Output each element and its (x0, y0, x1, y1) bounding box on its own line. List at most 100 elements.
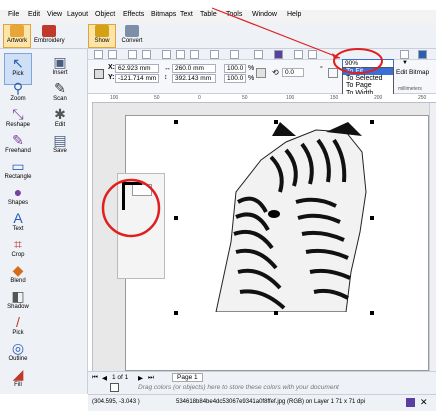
chevron-down-icon[interactable]: ▼ (400, 60, 410, 69)
info-icon[interactable] (294, 50, 303, 59)
mode-embroidery-button[interactable]: Embroidery (33, 24, 65, 48)
menu-table[interactable]: Table (200, 11, 217, 18)
angle-field[interactable]: 0.0 (282, 68, 304, 77)
prev-page-icon[interactable]: ◀ (102, 374, 107, 382)
undo-icon[interactable] (210, 50, 219, 59)
save-icon[interactable] (128, 50, 137, 59)
selection-handle[interactable] (370, 311, 374, 315)
mode-show-button[interactable]: Show (88, 24, 116, 48)
selection-handle[interactable] (174, 311, 178, 315)
selection-handle[interactable] (370, 120, 374, 124)
status-bar: (304.595, -3.043 ) 534618b84be4dc53067e9… (88, 394, 436, 411)
launch-icon[interactable] (418, 50, 427, 59)
units-label: millimeters (398, 86, 422, 92)
menu-text[interactable]: Text (180, 11, 193, 18)
tool-label: Pick (12, 71, 24, 77)
zoom-icon: ⚲ (12, 80, 24, 96)
thumbnail-viewport (132, 184, 152, 196)
selection-handle[interactable] (174, 120, 178, 124)
scale-y-field[interactable]: 100.0 (224, 74, 246, 83)
new-icon[interactable] (94, 50, 103, 59)
print-icon[interactable] (142, 50, 151, 59)
mode-label: Convert (121, 38, 143, 44)
tool-label: Text (12, 226, 24, 232)
tool-label: Zoom (10, 96, 26, 102)
selection-handle[interactable] (274, 120, 278, 124)
y-position-field[interactable]: -121.714 mm (115, 74, 159, 83)
last-page-icon[interactable]: ⏭ (148, 374, 154, 382)
document-page (125, 115, 429, 371)
rectangle-icon: ▭ (11, 158, 25, 174)
menu-bitmaps[interactable]: Bitmaps (151, 11, 176, 18)
page-navigation-bar: ⏮ ◀ 1 of 1 ▶ ⏭ Page 1 (88, 371, 436, 382)
open-icon[interactable] (108, 50, 117, 59)
info2-icon[interactable] (308, 50, 317, 59)
thumbnail-corner-marker (122, 182, 125, 210)
copy-icon[interactable] (176, 50, 185, 59)
zoom-option[interactable]: To Selected (343, 75, 393, 82)
tool-label: Edit (54, 122, 66, 128)
tool-fill[interactable]: ◢ Fill (4, 365, 32, 397)
shapes-icon: ● (13, 184, 23, 200)
menu-effects[interactable]: Effects (123, 11, 144, 18)
horizontal-ruler: 100 50 0 50 100 150 200 250 (92, 94, 436, 103)
tool-label: Rectangle (4, 174, 32, 180)
ruler-tick-label: 250 (418, 95, 427, 101)
percent-label: % (248, 65, 255, 72)
redo-icon[interactable] (230, 50, 239, 59)
tool-label: Freehand (5, 148, 31, 154)
selection-handle[interactable] (174, 216, 178, 220)
mirror-h-icon[interactable] (328, 68, 338, 78)
menu-file[interactable]: File (8, 11, 19, 18)
zebra-image[interactable] (176, 122, 372, 312)
menu-tools[interactable]: Tools (226, 11, 242, 18)
ruler-tick-label: 0 (198, 95, 201, 101)
outline-icon: ◎ (11, 340, 25, 356)
menu-window[interactable]: Window (252, 11, 277, 18)
ruler-tick-label: 50 (242, 95, 248, 101)
paste-icon[interactable] (190, 50, 199, 59)
ruler-tick-label: 50 (154, 95, 160, 101)
zoom-option[interactable]: To Page (343, 82, 393, 89)
selection-handle[interactable] (370, 216, 374, 220)
zoom-option[interactable]: To Fit (343, 68, 393, 76)
mode-convert-button[interactable]: Convert (118, 24, 146, 48)
height-field[interactable]: 392.143 mm (172, 74, 216, 83)
tool-label: Reshape (5, 122, 31, 128)
export-icon[interactable] (274, 50, 283, 59)
no-color-swatch[interactable] (110, 383, 119, 392)
import-icon[interactable] (254, 50, 263, 59)
mode-artwork-button[interactable]: Artwork (3, 24, 31, 48)
vertical-scrollbar[interactable] (429, 103, 436, 371)
x-position-field[interactable]: 62.923 mm (115, 64, 159, 73)
tool-label: Shadow (7, 304, 29, 310)
ruler-tick-label: 100 (110, 95, 119, 101)
page-tab[interactable]: Page 1 (172, 373, 203, 382)
ruler-tick-label: 150 (330, 95, 339, 101)
lock-ratio-icon[interactable] (256, 68, 266, 78)
width-field[interactable]: 260.0 mm (172, 64, 216, 73)
menu-edit[interactable]: Edit (28, 11, 40, 18)
tool-label: Pick (12, 330, 24, 336)
menu-help[interactable]: Help (287, 11, 301, 18)
tool-label: Shapes (7, 200, 29, 206)
x-label: X: (108, 64, 115, 71)
position-icon (94, 69, 104, 79)
menu-layout[interactable]: Layout (67, 11, 88, 18)
percent-label: % (248, 75, 255, 82)
drawing-canvas[interactable] (93, 103, 429, 371)
tool-label: Outline (8, 356, 28, 362)
first-page-icon[interactable]: ⏮ (92, 374, 98, 382)
edit-bitmap-button[interactable]: Edit Bitmap (396, 69, 429, 76)
scale-x-field[interactable]: 100.0 (224, 64, 246, 73)
menu-view[interactable]: View (47, 11, 62, 18)
reshape-icon: ⤡ (12, 106, 24, 122)
cut-icon[interactable] (162, 50, 171, 59)
menu-object[interactable]: Object (95, 11, 115, 18)
next-page-icon[interactable]: ▶ (138, 374, 143, 382)
fullscreen-icon[interactable] (400, 50, 409, 59)
blend-icon: ◆ (12, 262, 24, 278)
color-palette-hint: Drag colors (or objects) here to store t… (138, 384, 339, 391)
selection-handle[interactable] (274, 311, 278, 315)
tool-save[interactable]: ▤ Save (46, 131, 74, 163)
